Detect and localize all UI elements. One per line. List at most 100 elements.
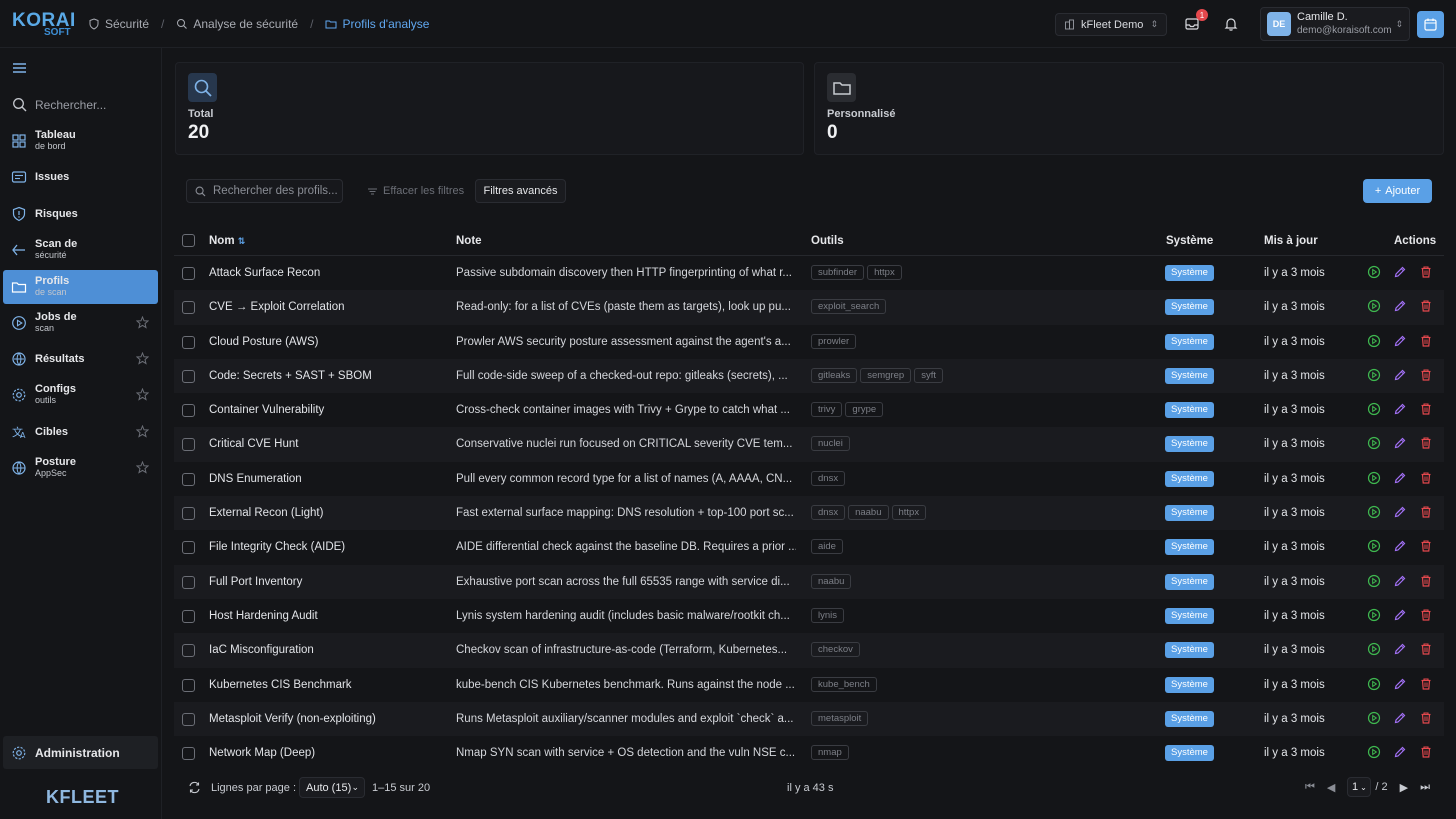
table-row[interactable]: Code: Secrets + SAST + SBOM Full code-si… [174, 358, 1444, 394]
sidebar-search[interactable]: Rechercher... [12, 97, 106, 112]
sidebar-item-issues[interactable]: Issues [3, 160, 158, 194]
advanced-filters-button[interactable]: Filtres avancés [475, 179, 566, 203]
table-row[interactable]: IaC Misconfiguration Checkov scan of inf… [174, 633, 1444, 668]
edit-button[interactable] [1393, 608, 1407, 622]
delete-button[interactable] [1419, 608, 1433, 622]
row-checkbox[interactable] [182, 644, 195, 658]
edit-button[interactable] [1393, 265, 1407, 279]
run-button[interactable] [1367, 745, 1381, 759]
run-button[interactable] [1367, 402, 1381, 416]
profile-name[interactable]: Cloud Posture (AWS) [209, 336, 444, 348]
row-checkbox[interactable] [182, 575, 195, 589]
delete-button[interactable] [1419, 471, 1433, 485]
run-button[interactable] [1367, 334, 1381, 348]
refresh-button[interactable] [188, 781, 201, 794]
run-button[interactable] [1367, 608, 1381, 622]
profile-name[interactable]: Attack Surface Recon [209, 267, 444, 279]
row-checkbox[interactable] [182, 507, 195, 521]
delete-button[interactable] [1419, 368, 1433, 382]
sidebar-item-jobs-de-scan[interactable]: Jobs de scan [3, 306, 158, 340]
sidebar-item-posture-appsec[interactable]: Posture AppSec [3, 451, 158, 485]
row-checkbox[interactable] [182, 301, 195, 315]
row-checkbox[interactable] [182, 438, 195, 452]
profile-search-input[interactable]: Rechercher des profils... [186, 179, 343, 203]
edit-button[interactable] [1393, 677, 1407, 691]
edit-button[interactable] [1393, 711, 1407, 725]
table-row[interactable]: File Integrity Check (AIDE) AIDE differe… [174, 530, 1444, 564]
row-checkbox[interactable] [182, 609, 195, 623]
delete-button[interactable] [1419, 711, 1433, 725]
table-row[interactable]: Metasploit Verify (non-exploiting) Runs … [174, 701, 1444, 737]
run-button[interactable] [1367, 436, 1381, 450]
clear-filters-button[interactable]: Effacer les filtres [361, 180, 470, 202]
profile-name[interactable]: Full Port Inventory [209, 576, 444, 588]
profile-name[interactable]: Container Vulnerability [209, 404, 444, 416]
table-row[interactable]: Critical CVE Hunt Conservative nuclei ru… [174, 427, 1444, 462]
row-checkbox[interactable] [182, 335, 195, 349]
column-header-name[interactable]: Nom ⇅ [209, 235, 245, 247]
sidebar-item-cibles[interactable]: 文A Cibles [3, 415, 158, 449]
table-row[interactable]: Attack Surface Recon Passive subdomain d… [174, 256, 1444, 290]
edit-button[interactable] [1393, 642, 1407, 656]
run-button[interactable] [1367, 539, 1381, 553]
table-row[interactable]: Kubernetes CIS Benchmark kube-bench CIS … [174, 668, 1444, 702]
delete-button[interactable] [1419, 299, 1433, 313]
last-page-button[interactable]: ⏭ [1420, 781, 1430, 794]
table-row[interactable]: Network Map (Deep) Nmap SYN scan with se… [174, 736, 1444, 770]
run-button[interactable] [1367, 368, 1381, 382]
inbox-button[interactable]: 1 [1180, 9, 1208, 36]
edit-button[interactable] [1393, 334, 1407, 348]
delete-button[interactable] [1419, 334, 1433, 348]
sidebar-item-risques[interactable]: Risques [3, 197, 158, 231]
profile-name[interactable]: CVE → Exploit Correlation [209, 301, 444, 313]
edit-button[interactable] [1393, 436, 1407, 450]
run-button[interactable] [1367, 574, 1381, 588]
delete-button[interactable] [1419, 402, 1433, 416]
prev-page-button[interactable]: ◀ [1327, 781, 1335, 794]
table-row[interactable]: DNS Enumeration Pull every common record… [174, 462, 1444, 496]
star-icon[interactable] [136, 461, 149, 474]
next-page-button[interactable]: ▶ [1400, 781, 1408, 794]
user-menu[interactable]: DE Camille D. demo@koraisoft.com ⇕ [1260, 7, 1410, 41]
delete-button[interactable] [1419, 539, 1433, 553]
star-icon[interactable] [136, 352, 149, 365]
select-all-checkbox[interactable] [182, 234, 195, 247]
edit-button[interactable] [1393, 402, 1407, 416]
table-row[interactable]: Full Port Inventory Exhaustive port scan… [174, 564, 1444, 599]
breadcrumb-analyse[interactable]: Analyse de sécurité [176, 17, 298, 31]
edit-button[interactable] [1393, 471, 1407, 485]
profile-name[interactable]: Critical CVE Hunt [209, 438, 444, 450]
star-icon[interactable] [136, 425, 149, 438]
sidebar-item-configs-outils[interactable]: Configs outils [3, 378, 158, 412]
run-button[interactable] [1367, 711, 1381, 725]
row-checkbox[interactable] [182, 267, 195, 280]
run-button[interactable] [1367, 677, 1381, 691]
table-row[interactable]: Cloud Posture (AWS) Prowler AWS security… [174, 325, 1444, 359]
row-checkbox[interactable] [182, 404, 195, 418]
korai-logo[interactable]: KORAI SOFT [10, 0, 82, 48]
row-checkbox[interactable] [182, 747, 195, 761]
sidebar-item-profils-de-scan[interactable]: Profils de scan [3, 270, 158, 304]
row-checkbox[interactable] [182, 541, 195, 555]
row-checkbox[interactable] [182, 472, 195, 486]
star-icon[interactable] [136, 388, 149, 401]
profile-name[interactable]: IaC Misconfiguration [209, 644, 444, 656]
sidebar-item-administration[interactable]: Administration [3, 736, 158, 769]
menu-toggle-button[interactable] [12, 61, 27, 75]
profile-name[interactable]: Code: Secrets + SAST + SBOM [209, 370, 444, 382]
add-profile-button[interactable]: + Ajouter [1363, 179, 1432, 203]
profile-name[interactable]: File Integrity Check (AIDE) [209, 541, 444, 553]
sidebar-item-resultats[interactable]: Résultats [3, 342, 158, 376]
page-select[interactable]: 1 ⌄ [1347, 777, 1372, 797]
run-button[interactable] [1367, 505, 1381, 519]
profile-name[interactable]: Kubernetes CIS Benchmark [209, 679, 444, 691]
sidebar-item-scan-de-securite[interactable]: Scan de sécurité [3, 233, 158, 267]
delete-button[interactable] [1419, 642, 1433, 656]
profile-name[interactable]: Host Hardening Audit [209, 610, 444, 622]
delete-button[interactable] [1419, 505, 1433, 519]
breadcrumb-securite[interactable]: Sécurité [88, 17, 149, 31]
sidebar-item-tableau-de-bord[interactable]: Tableau de bord [3, 124, 158, 158]
run-button[interactable] [1367, 299, 1381, 313]
edit-button[interactable] [1393, 368, 1407, 382]
profile-name[interactable]: DNS Enumeration [209, 473, 444, 485]
